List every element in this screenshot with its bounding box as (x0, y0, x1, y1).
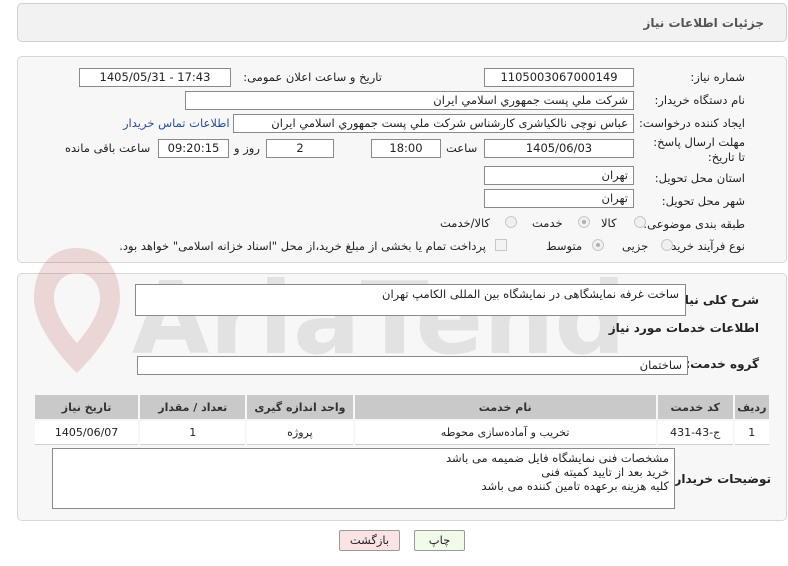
creator-field[interactable]: عباس نوچی نالکیاشری کارشناس شرکت ملي پست… (233, 114, 634, 133)
cell-code: ج-43-431 (655, 419, 735, 445)
category-option-goods: کالا (601, 216, 617, 230)
category-radio-goods-service[interactable] (505, 216, 517, 228)
buyer-org-label: نام دستگاه خریدار: (654, 93, 745, 107)
province-label: استان محل تحویل: (654, 171, 745, 185)
contact-info-link[interactable]: اطلاعات تماس خریدار (123, 116, 230, 130)
process-label: نوع فرآیند خرید : (663, 239, 745, 253)
remaining-label: ساعت باقی مانده (65, 141, 151, 155)
deadline-date-field[interactable]: 1405/06/03 (484, 139, 634, 158)
process-option-minor: جزیی (622, 239, 649, 253)
col-date: تاریخ نیاز (32, 393, 141, 421)
table-header-row: ردیف کد خدمت نام خدمت واحد اندازه گیری ت… (32, 393, 772, 421)
buyer-notes-label: توضیحات خریدار: (669, 472, 771, 486)
page-title: جزئیات اطلاعات نیاز (643, 16, 764, 30)
announce-field[interactable]: 1405/05/31 - 17:43 (79, 68, 231, 87)
cell-date: 1405/06/07 (32, 419, 141, 445)
deadline-label: مهلت ارسال پاسخ: تا تاریخ: (653, 135, 745, 164)
buyer-org-field[interactable]: شرکت ملي پست جمهوري اسلامي ايران (185, 91, 634, 110)
announce-label: تاریخ و ساعت اعلان عمومی: (243, 70, 382, 84)
col-name: نام خدمت (352, 393, 658, 421)
city-field[interactable]: تهران (484, 189, 634, 208)
col-row: ردیف (732, 393, 772, 421)
cell-row: 1 (732, 419, 772, 445)
days-label: روز و (234, 141, 260, 155)
services-section-title: اطلاعات خدمات مورد نیاز (608, 321, 759, 335)
back-button[interactable]: بازگشت (339, 530, 400, 551)
buyer-notes-textarea[interactable]: مشخصات فنی نمایشگاه فایل ضمیمه می باشد خ… (52, 448, 675, 509)
process-radio-minor[interactable] (661, 239, 673, 251)
days-field[interactable]: 2 (266, 139, 334, 158)
buyer-note-line: خرید بعد از تایید کمیته فنی (541, 465, 669, 479)
cell-unit: پروژه (245, 419, 355, 445)
category-option-goods-service: کالا/خدمت (440, 216, 491, 230)
deadline-time-field[interactable]: 18:00 (371, 139, 441, 158)
cell-name: تخریب و آماده‌سازی محوطه (352, 419, 658, 445)
category-radio-goods[interactable] (634, 216, 646, 228)
need-number-field[interactable]: 1105003067000149 (484, 68, 634, 87)
buyer-note-line: مشخصات فنی نمایشگاه فایل ضمیمه می باشد (445, 451, 669, 465)
page-header: جزئیات اطلاعات نیاز (17, 3, 787, 42)
summary-textarea[interactable]: ساخت غرفه نمایشگاهی در نمایشگاه بین المل… (135, 284, 686, 316)
creator-label: ایجاد کننده درخواست: (639, 116, 745, 130)
col-unit: واحد اندازه گیری (245, 393, 355, 421)
service-group-label: گروه خدمت: (685, 357, 759, 371)
buyer-note-line: کلیه هزینه برعهده تامین کننده می باشد (481, 479, 669, 493)
col-qty: تعداد / مقدار (138, 393, 248, 421)
category-option-service: خدمت (532, 216, 563, 230)
need-number-label: شماره نیاز: (690, 70, 745, 84)
services-table: ردیف کد خدمت نام خدمت واحد اندازه گیری ت… (32, 393, 772, 445)
deadline-time-label: ساعت (446, 141, 478, 155)
print-button[interactable]: چاپ (414, 530, 465, 551)
province-field[interactable]: تهران (484, 166, 634, 185)
remaining-time-field[interactable]: 09:20:15 (158, 139, 229, 158)
service-group-field[interactable]: ساختمان (137, 356, 688, 375)
category-radio-service[interactable] (578, 216, 590, 228)
city-label: شهر محل تحویل: (661, 194, 745, 208)
cell-qty: 1 (138, 419, 248, 445)
table-row[interactable]: 1 ج-43-431 تخریب و آماده‌سازی محوطه پروژ… (32, 419, 772, 445)
category-label: طبقه بندی موضوعی: (643, 217, 745, 231)
col-code: کد خدمت (655, 393, 735, 421)
